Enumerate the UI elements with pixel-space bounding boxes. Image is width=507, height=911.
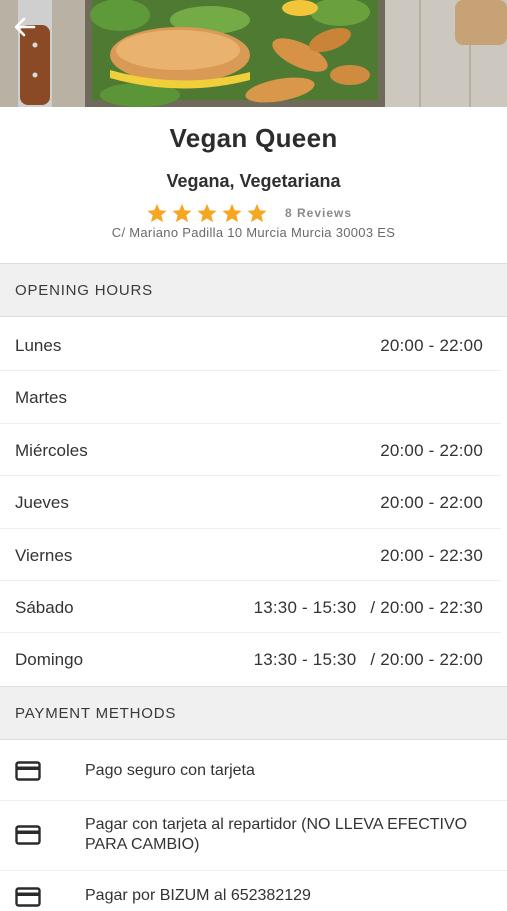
payment-option[interactable]: Pagar con tarjeta al repartidor (NO LLEV… bbox=[0, 801, 507, 871]
hours-row-viernes: Viernes 20:00 - 22:30 bbox=[0, 529, 501, 581]
day-label: Domingo bbox=[15, 650, 84, 670]
hours-row-lunes: Lunes 20:00 - 22:00 bbox=[0, 319, 501, 372]
payment-option-label: Pago seguro con tarjeta bbox=[85, 762, 255, 779]
back-button[interactable] bbox=[8, 12, 42, 42]
hours-value: 20:00 - 22:00 bbox=[380, 336, 483, 355]
restaurant-info: Vegan Queen Vegana, Vegetariana 8 Review… bbox=[0, 107, 507, 263]
hours-value: 13:30 - 15:30 / 20:00 - 22:00 bbox=[254, 650, 483, 670]
payment-option[interactable]: Pago seguro con tarjeta bbox=[0, 741, 507, 801]
star-icon bbox=[147, 203, 167, 223]
payment-option-label: Pagar por BIZUM al 652382129 bbox=[85, 887, 311, 904]
food-photo-image bbox=[0, 0, 507, 107]
hours-row-domingo: Domingo 13:30 - 15:30 / 20:00 - 22:00 bbox=[0, 633, 501, 685]
hours-slot-morning: 13:30 - 15:30 bbox=[253, 597, 357, 617]
day-label: Jueves bbox=[15, 493, 69, 513]
star-icon bbox=[222, 203, 242, 223]
star-icon bbox=[172, 203, 192, 223]
restaurant-address: C/ Mariano Padilla 10 Murcia Murcia 3000… bbox=[111, 225, 396, 240]
hours-row-jueves: Jueves 20:00 - 22:00 bbox=[0, 476, 501, 529]
hours-value: 20:00 - 22:00 bbox=[380, 493, 483, 513]
credit-card-icon bbox=[15, 887, 41, 907]
section-title: OPENING HOURS bbox=[15, 282, 153, 299]
restaurant-cover-photo bbox=[0, 0, 507, 107]
star-icon bbox=[197, 203, 217, 223]
reviews-count[interactable]: 8 Reviews bbox=[285, 206, 352, 220]
hours-value: 20:00 - 22:30 bbox=[380, 545, 483, 565]
opening-hours-list: Lunes 20:00 - 22:00 Martes Miércoles 20:… bbox=[0, 319, 507, 686]
rating-row[interactable]: 8 Reviews bbox=[0, 202, 507, 224]
arrow-left-icon bbox=[14, 17, 36, 37]
hours-row-sabado: Sábado 13:30 - 15:30 / 20:00 - 22:30 bbox=[0, 581, 501, 634]
hours-value: 20:00 - 22:00 bbox=[380, 440, 483, 460]
day-label: Miércoles bbox=[15, 440, 88, 460]
opening-hours-header: OPENING HOURS bbox=[0, 263, 507, 317]
day-label: Sábado bbox=[15, 597, 74, 617]
hours-slot-morning: 13:30 - 15:30 bbox=[253, 650, 357, 670]
section-title: PAYMENT METHODS bbox=[15, 705, 177, 722]
restaurant-cuisine: Vegana, Vegetariana bbox=[166, 171, 341, 191]
payment-option[interactable]: Pagar por BIZUM al 652382129 bbox=[0, 871, 507, 911]
hours-row-miercoles: Miércoles 20:00 - 22:00 bbox=[0, 424, 501, 477]
hours-slot-evening: / 20:00 - 22:00 bbox=[370, 650, 483, 670]
hours-row-martes: Martes bbox=[0, 371, 501, 424]
credit-card-icon bbox=[15, 825, 41, 845]
payment-methods-header: PAYMENT METHODS bbox=[0, 686, 507, 740]
hours-value: 13:30 - 15:30 / 20:00 - 22:30 bbox=[254, 598, 483, 618]
day-label: Viernes bbox=[15, 545, 73, 565]
payment-methods-list: Pago seguro con tarjeta Pagar con tarjet… bbox=[0, 741, 507, 911]
payment-option-label: Pagar con tarjeta al repartidor (NO LLEV… bbox=[85, 816, 468, 853]
credit-card-icon bbox=[15, 761, 41, 781]
hours-slot-evening: / 20:00 - 22:30 bbox=[370, 597, 483, 617]
day-label: Lunes bbox=[15, 336, 62, 355]
restaurant-name: Vegan Queen bbox=[169, 123, 338, 153]
star-rating bbox=[145, 203, 269, 223]
star-icon bbox=[247, 203, 267, 223]
day-label: Martes bbox=[15, 388, 67, 408]
